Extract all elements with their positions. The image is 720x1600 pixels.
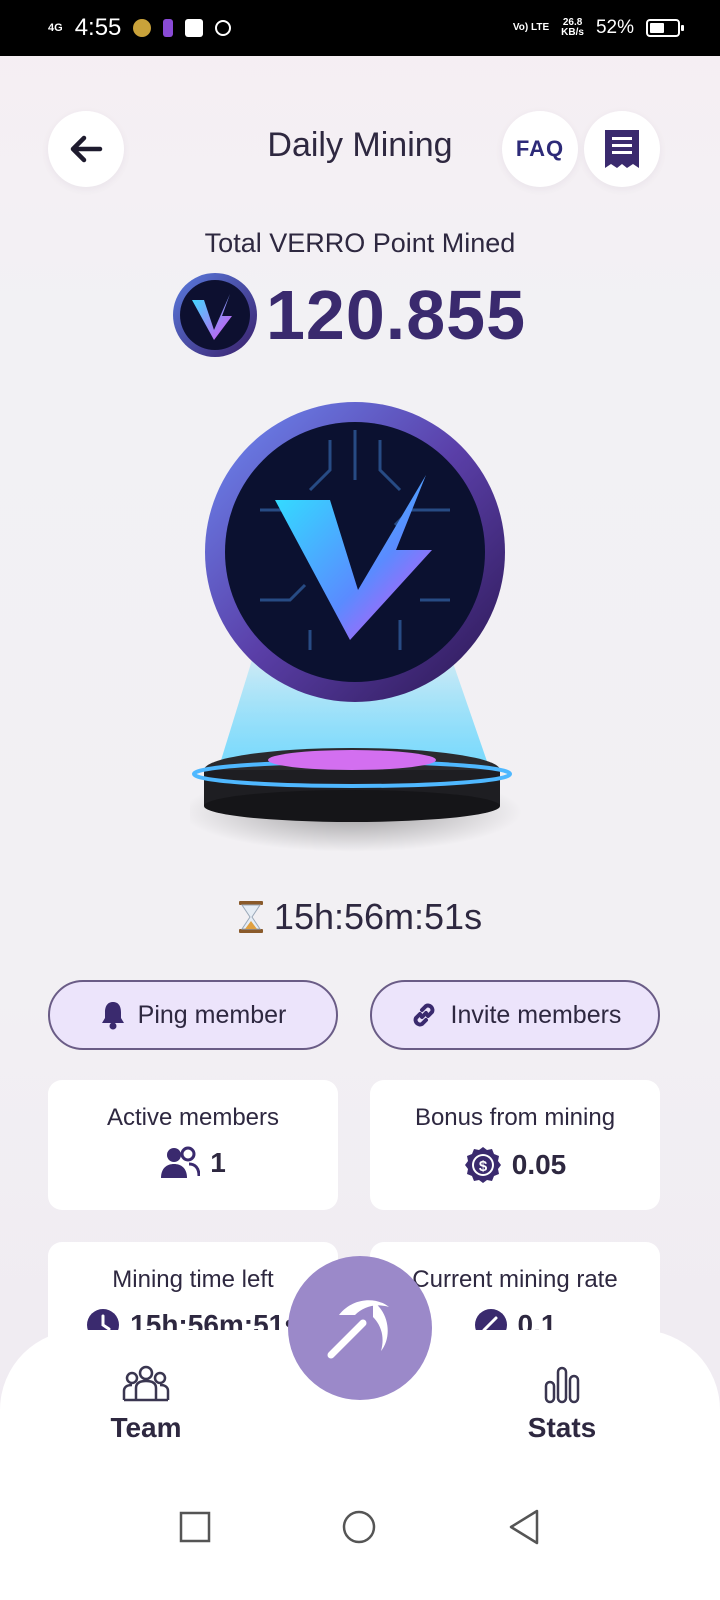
mining-timer: 15h:56m:51s <box>0 896 720 938</box>
history-button[interactable] <box>584 111 660 187</box>
volte-indicator: Vo) LTE <box>512 22 550 33</box>
nav-team[interactable]: Team <box>66 1364 226 1444</box>
team-icon <box>122 1365 170 1402</box>
arrow-left-icon <box>70 135 103 163</box>
network-indicator: 4G <box>48 22 63 34</box>
back-nav-icon[interactable] <box>507 1508 541 1546</box>
status-bar: 4G 4:55 Vo) LTE 26.8 KB/s 52% <box>0 0 720 56</box>
faq-button[interactable]: FAQ <box>502 111 578 187</box>
faq-label: FAQ <box>515 136 565 161</box>
bonus-value: 0.05 <box>511 1149 567 1180</box>
bell-icon <box>101 1002 124 1030</box>
ping-member-button[interactable]: Ping member <box>48 980 338 1050</box>
bar-chart-icon <box>544 1366 580 1404</box>
hourglass-icon <box>238 901 263 933</box>
status-time: 4:55 <box>74 14 122 41</box>
speed-unit: KB/s <box>561 27 584 38</box>
network-speed: 26.8 KB/s <box>561 18 584 38</box>
receipt-icon <box>605 130 639 168</box>
pickaxe-icon <box>327 1300 389 1359</box>
app-notification-icon <box>215 20 232 36</box>
app-notification-icon <box>163 19 174 37</box>
home-icon[interactable] <box>341 1509 377 1545</box>
app-notification-icon <box>133 19 152 37</box>
system-navigation <box>0 1508 720 1546</box>
bonus-label: Bonus from mining <box>414 1104 616 1131</box>
battery-icon <box>646 19 684 37</box>
time-left-label: Mining time left <box>112 1266 274 1293</box>
active-members-value: 1 <box>210 1147 226 1178</box>
ping-member-label: Ping member <box>137 1000 287 1029</box>
nav-team-label: Team <box>110 1412 182 1443</box>
coin-pedestal-illustration <box>182 400 530 870</box>
users-icon <box>161 1146 201 1178</box>
verro-coin-icon <box>173 273 257 357</box>
bonus-card: Bonus from mining $ 0.05 <box>370 1080 660 1210</box>
dollar-badge-icon: $ <box>464 1147 501 1183</box>
timer-text: 15h:56m:51s <box>273 896 483 937</box>
page-title: Daily Mining <box>267 126 453 164</box>
total-mined-row: 120.855 <box>172 272 526 358</box>
nav-stats-label: Stats <box>527 1412 597 1443</box>
recent-apps-icon[interactable] <box>179 1511 211 1543</box>
total-mined-value: 120.855 <box>266 276 527 354</box>
mine-button[interactable] <box>288 1256 432 1400</box>
invite-members-button[interactable]: Invite members <box>370 980 660 1050</box>
active-members-label: Active members <box>106 1104 280 1131</box>
back-button[interactable] <box>48 111 124 187</box>
total-mined-label: Total VERRO Point Mined <box>204 228 516 258</box>
nav-stats[interactable]: Stats <box>482 1364 642 1444</box>
active-members-card: Active members 1 <box>48 1080 338 1210</box>
svg-text:$: $ <box>479 1158 488 1175</box>
battery-percent: 52% <box>595 17 634 38</box>
invite-members-label: Invite members <box>450 1000 622 1029</box>
mining-rate-label: Current mining rate <box>412 1266 618 1293</box>
link-icon <box>413 1003 434 1027</box>
app-notification-icon <box>185 19 204 37</box>
